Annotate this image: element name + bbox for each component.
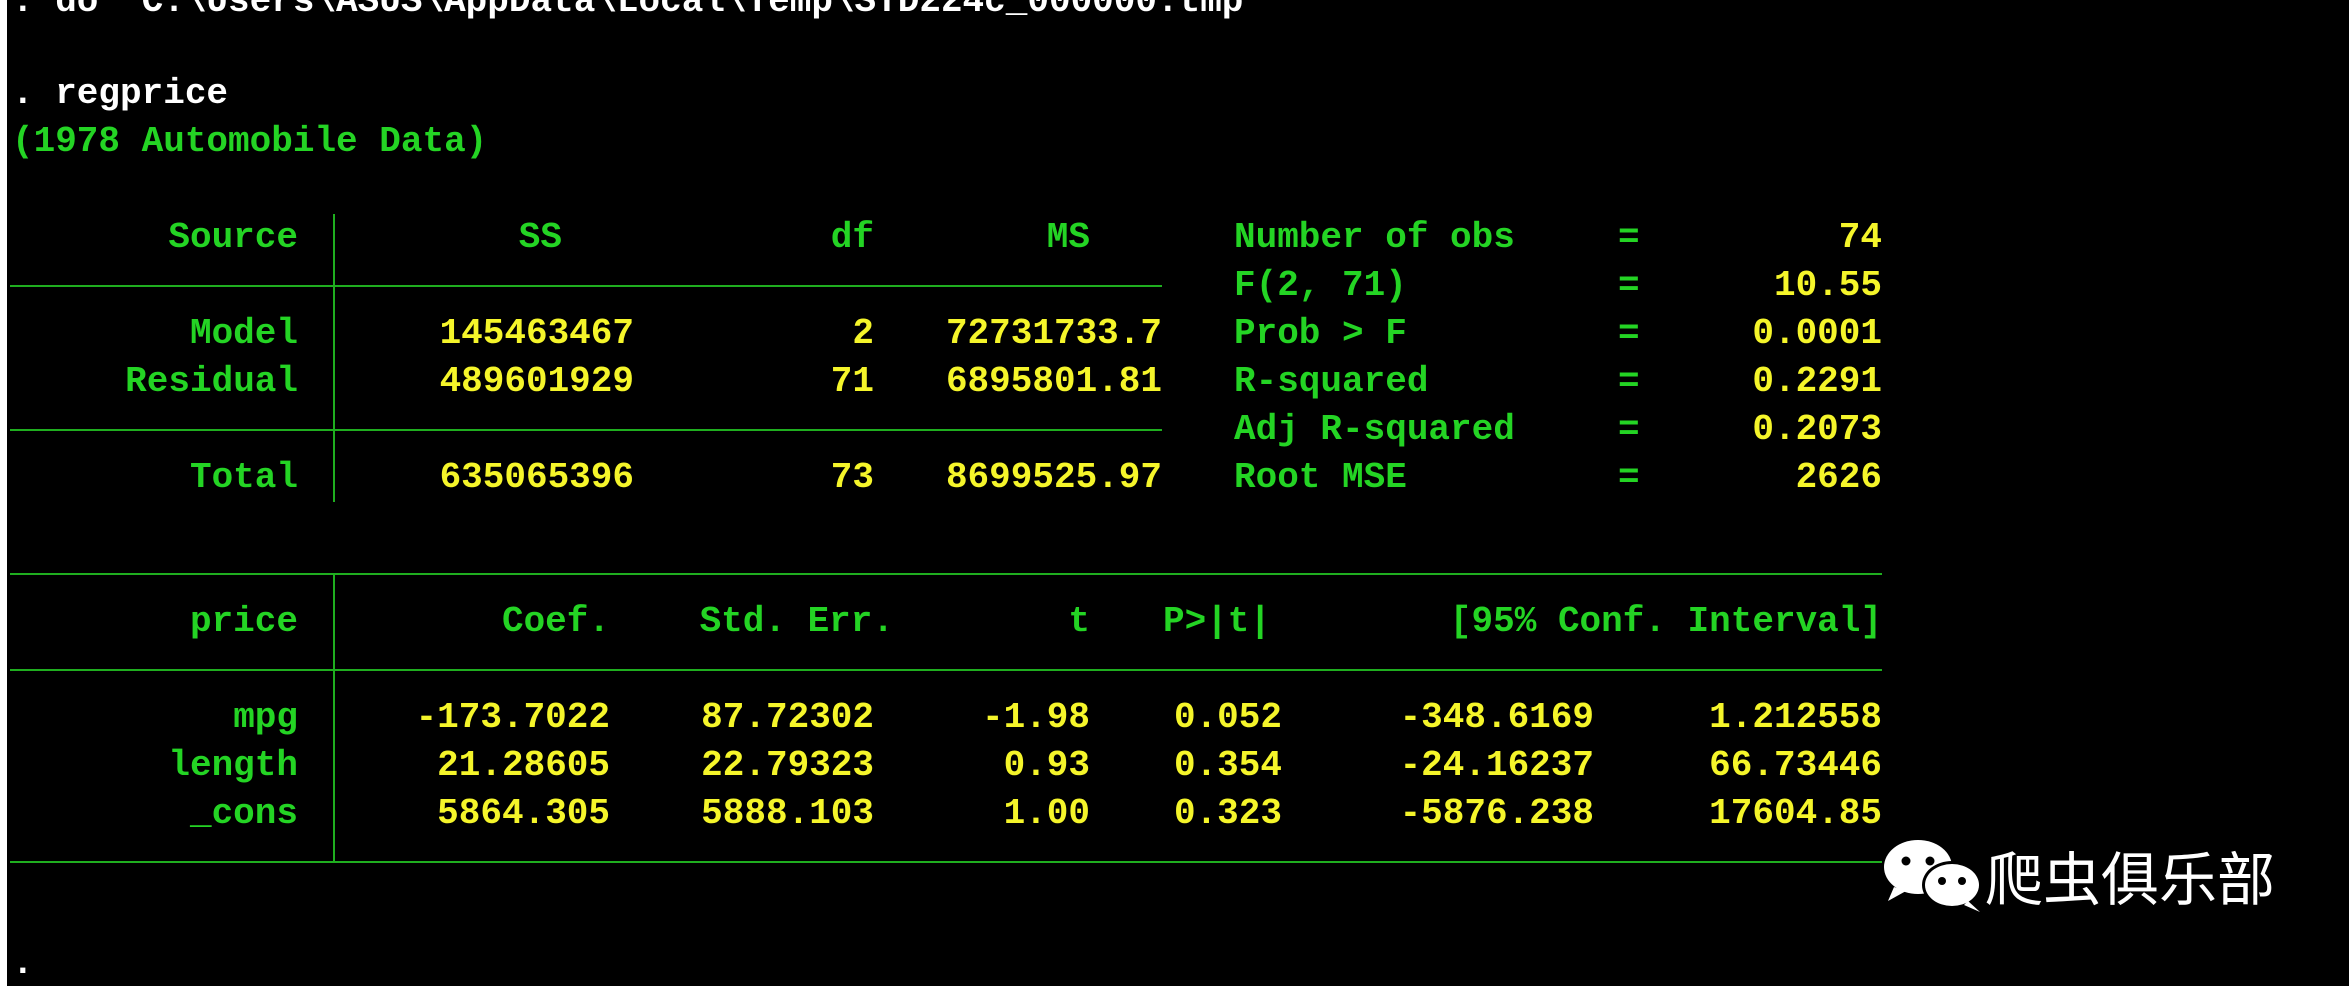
coef-header-p: P>|t| — [1163, 601, 1272, 642]
coef-row-p: 0.052 — [1173, 697, 1282, 738]
coef-row-se: 22.79323 — [701, 745, 874, 786]
stat-equals: = — [1618, 313, 1640, 354]
coef-row-t: 0.93 — [1003, 745, 1090, 786]
coef-top-rule — [10, 573, 1882, 575]
coef-row-p: 0.354 — [1173, 745, 1282, 786]
stat-value: 74 — [1838, 217, 1882, 258]
anova-row-ss: 635065396 — [439, 457, 634, 498]
anova-row-df: 73 — [830, 457, 874, 498]
anova-row-ms: 6895801.81 — [945, 361, 1162, 402]
coef-row-var: length — [168, 745, 298, 786]
coef-row-t: 1.00 — [1003, 793, 1090, 834]
coef-header-rule — [10, 669, 1882, 671]
coef-row-coef: 5864.305 — [437, 793, 610, 834]
stat-equals: = — [1618, 457, 1640, 498]
coef-header-coef: Coef. — [501, 601, 610, 642]
stat-label: R-squared — [1234, 361, 1429, 402]
stat-label: Prob > F — [1234, 313, 1407, 354]
stat-label: Root MSE — [1234, 457, 1407, 498]
coef-row-se: 5888.103 — [701, 793, 874, 834]
dataset-note: (1978 Automobile Data) — [12, 121, 488, 162]
stat-equals: = — [1618, 217, 1640, 258]
stat-equals: = — [1618, 265, 1640, 306]
anova-header-ms: MS — [1046, 217, 1090, 258]
anova-header-ss: SS — [518, 217, 562, 258]
stat-value: 2626 — [1795, 457, 1882, 498]
coef-row-ci-upper: 1.212558 — [1709, 697, 1882, 738]
anova-row-ms: 72731733.7 — [945, 313, 1162, 354]
final-prompt: . — [12, 943, 34, 984]
coef-row-ci-upper: 17604.85 — [1709, 793, 1882, 834]
anova-row-source: Model — [189, 313, 298, 354]
do-command-line: . do "C:\Users\ASUS\AppData\Local\Temp\S… — [12, 0, 1244, 22]
anova-column-divider — [333, 214, 335, 502]
anova-row-source: Residual — [125, 361, 298, 402]
coef-header-var: price — [189, 601, 298, 642]
coef-row-ci-lower: -5876.238 — [1399, 793, 1594, 834]
stat-value: 0.2073 — [1752, 409, 1882, 450]
coef-row-coef: -173.7022 — [415, 697, 610, 738]
stat-label: Number of obs — [1234, 217, 1515, 258]
coef-row-ci-lower: -348.6169 — [1399, 697, 1594, 738]
coef-column-divider — [333, 573, 335, 863]
coef-row-t: -1.98 — [981, 697, 1090, 738]
window-left-edge — [0, 0, 7, 986]
coef-header-se: Std. Err. — [699, 601, 894, 642]
coef-row-var: mpg — [233, 697, 298, 738]
anova-header-rule — [10, 285, 1162, 287]
stat-label: Adj R-squared — [1234, 409, 1515, 450]
coef-row-ci-upper: 66.73446 — [1709, 745, 1882, 786]
anova-row-ss: 145463467 — [439, 313, 634, 354]
stat-label: F(2, 71) — [1234, 265, 1407, 306]
anova-header-source: Source — [168, 217, 298, 258]
anova-row-ss: 489601929 — [439, 361, 634, 402]
coef-header-t: t — [1068, 601, 1090, 642]
anova-row-df: 2 — [852, 313, 874, 354]
coef-row-coef: 21.28605 — [437, 745, 610, 786]
anova-row-ms: 8699525.97 — [945, 457, 1162, 498]
coef-row-p: 0.323 — [1173, 793, 1282, 834]
stat-value: 0.2291 — [1752, 361, 1882, 402]
stat-equals: = — [1618, 409, 1640, 450]
watermark-text: 爬虫俱乐部 — [1985, 846, 2276, 914]
coef-row-var: _cons — [189, 793, 298, 834]
anova-row-df: 71 — [830, 361, 874, 402]
command-line: . regprice — [12, 73, 229, 114]
stat-equals: = — [1618, 361, 1640, 402]
stat-value: 10.55 — [1773, 265, 1882, 306]
anova-total-rule — [10, 429, 1162, 431]
wechat-icon — [1884, 840, 1982, 912]
stata-results-window: . do "C:\Users\ASUS\AppData\Local\Temp\S… — [0, 0, 2349, 986]
anova-row-source: Total — [189, 457, 298, 498]
coef-row-ci-lower: -24.16237 — [1399, 745, 1594, 786]
coef-bottom-rule — [10, 861, 1882, 863]
coef-row-se: 87.72302 — [701, 697, 874, 738]
stat-value: 0.0001 — [1752, 313, 1882, 354]
anova-header-df: df — [830, 217, 874, 258]
coef-header-ci: [95% Conf. Interval] — [1449, 601, 1882, 642]
